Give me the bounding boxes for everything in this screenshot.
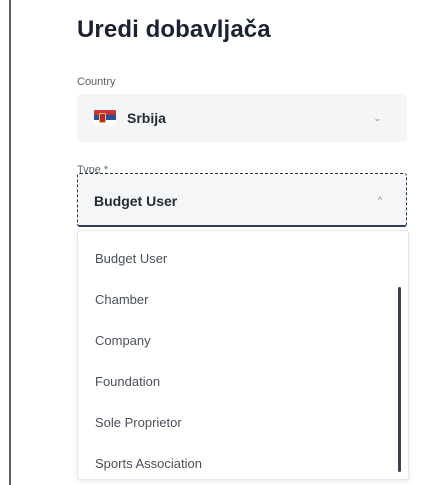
type-option-sports-association[interactable]: Sports Association (95, 456, 202, 471)
type-select[interactable]: Budget User ^ (77, 173, 407, 227)
page-title: Uredi dobavljača (77, 16, 271, 43)
serbia-flag-icon (94, 110, 116, 125)
type-option-foundation[interactable]: Foundation (95, 374, 160, 389)
chevron-down-icon: ⌄ (373, 113, 381, 123)
type-option-sole-proprietor[interactable]: Sole Proprietor (95, 415, 182, 430)
type-option-chamber[interactable]: Chamber (95, 292, 148, 307)
country-select[interactable]: Srbija ⌄ (77, 94, 407, 142)
type-option-company[interactable]: Company (95, 333, 151, 348)
left-divider (9, 0, 11, 485)
type-dropdown-menu: Budget User Chamber Company Foundation S… (77, 230, 409, 480)
country-label: Country (77, 76, 116, 88)
type-option-budget-user[interactable]: Budget User (95, 251, 167, 266)
dropdown-scrollbar[interactable] (398, 287, 401, 472)
type-selected-value: Budget User (94, 193, 178, 209)
country-selected-value: Srbija (127, 110, 166, 126)
chevron-up-icon: ^ (377, 195, 382, 205)
